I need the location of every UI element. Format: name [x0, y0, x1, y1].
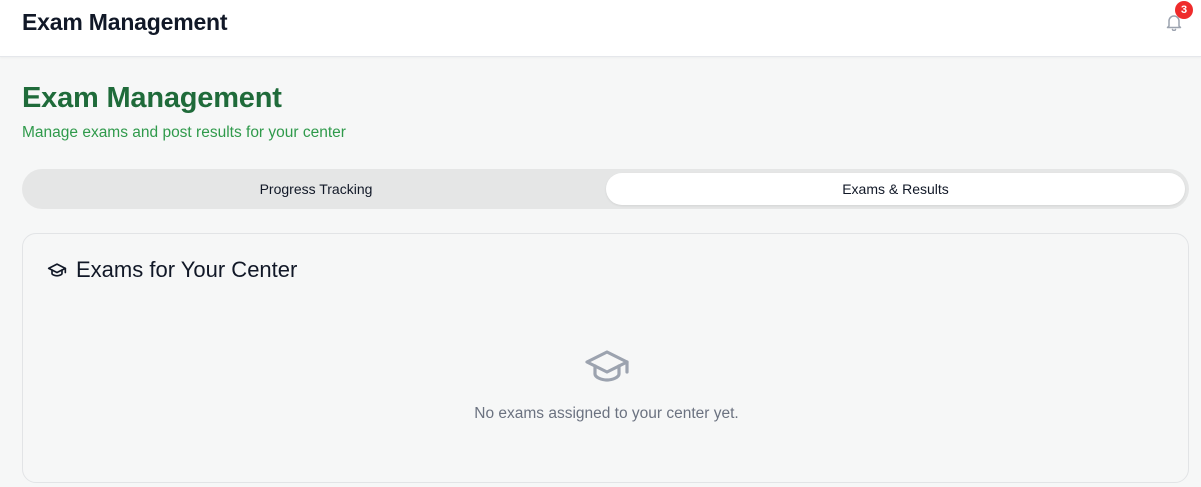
tab-exams-results[interactable]: Exams & Results [606, 173, 1185, 205]
card-title: Exams for Your Center [76, 257, 298, 282]
tab-bar: Progress Tracking Exams & Results [22, 169, 1189, 209]
exams-card: Exams for Your Center No exams assigned … [22, 233, 1189, 483]
card-header: Exams for Your Center [47, 257, 297, 283]
tab-progress-tracking[interactable]: Progress Tracking [26, 173, 606, 205]
empty-state-graduation-cap-icon [583, 342, 631, 390]
app-title: Exam Management [22, 9, 228, 35]
page-subtitle: Manage exams and post results for your c… [22, 124, 346, 141]
empty-state-message: No exams assigned to your center yet. [474, 405, 739, 422]
page-title: Exam Management [22, 82, 282, 114]
graduation-cap-icon [47, 260, 67, 280]
notification-badge[interactable]: 3 [1175, 1, 1193, 19]
top-bar: Exam Management 3 [0, 0, 1201, 57]
